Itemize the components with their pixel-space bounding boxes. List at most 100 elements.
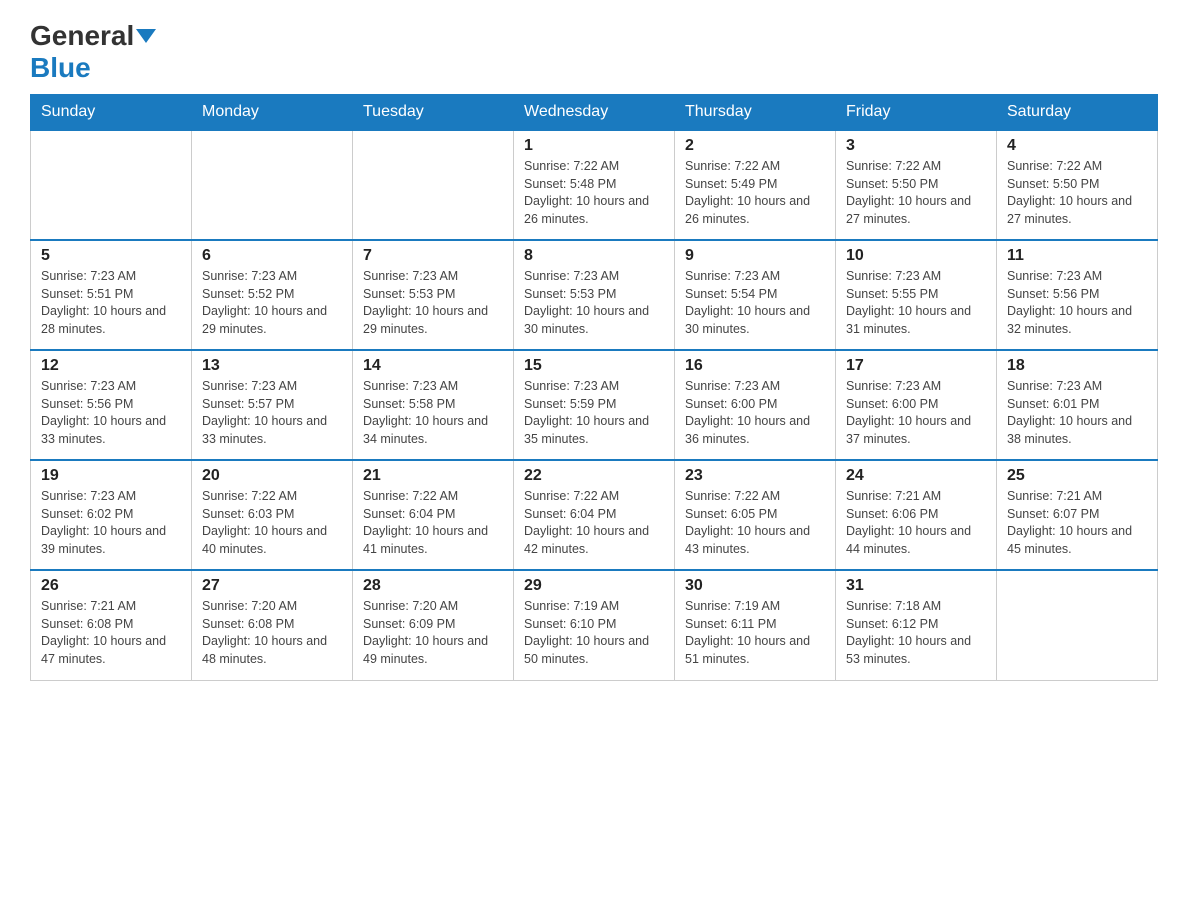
day-info: Sunrise: 7:23 AMSunset: 5:52 PMDaylight:… (202, 268, 342, 338)
calendar-cell: 11Sunrise: 7:23 AMSunset: 5:56 PMDayligh… (997, 240, 1158, 350)
calendar-cell: 22 Sunrise: 7:22 AMSunset: 6:04 PMDayligh… (514, 460, 675, 570)
calendar-cell: 26Sunrise: 7:21 AMSunset: 6:08 PMDayligh… (31, 570, 192, 680)
calendar-cell: 19 Sunrise: 7:23 AMSunset: 6:02 PMDayligh… (31, 460, 192, 570)
day-info: Sunrise: 7:23 AMSunset: 6:02 PMDaylight:… (41, 488, 181, 558)
calendar-cell: 5Sunrise: 7:23 AMSunset: 5:51 PMDaylight… (31, 240, 192, 350)
day-number: 1 (524, 137, 664, 155)
calendar-header: SundayMondayTuesdayWednesdayThursdayFrid… (31, 95, 1158, 131)
calendar-cell: 21Sunrise: 7:22 AMSunset: 6:04 PMDayligh… (353, 460, 514, 570)
calendar-cell: 23 Sunrise: 7:22 AMSunset: 6:05 PMDayligh… (675, 460, 836, 570)
day-number: 15 (524, 357, 664, 375)
day-info: Sunrise: 7:21 AMSunset: 6:07 PMDaylight:… (1007, 488, 1147, 558)
calendar-week-row: 26Sunrise: 7:21 AMSunset: 6:08 PMDayligh… (31, 570, 1158, 680)
page-header: General Blue (30, 20, 1158, 84)
calendar-cell: 16 Sunrise: 7:23 AMSunset: 6:00 PMDayligh… (675, 350, 836, 460)
day-info: Sunrise: 7:23 AMSunset: 6:01 PMDaylight:… (1007, 378, 1147, 448)
day-info: Sunrise: 7:23 AMSunset: 6:00 PMDaylight:… (685, 378, 825, 448)
day-info: Sunrise: 7:21 AMSunset: 6:06 PMDaylight:… (846, 488, 986, 558)
day-number: 4 (1007, 137, 1147, 155)
calendar-cell (31, 130, 192, 240)
day-number: 24 (846, 467, 986, 485)
day-number: 28 (363, 577, 503, 595)
day-number: 27 (202, 577, 342, 595)
day-info: Sunrise: 7:21 AMSunset: 6:08 PMDaylight:… (41, 598, 181, 668)
weekday-header-sunday: Sunday (31, 95, 192, 131)
calendar-week-row: 19 Sunrise: 7:23 AMSunset: 6:02 PMDayligh… (31, 460, 1158, 570)
weekday-header-thursday: Thursday (675, 95, 836, 131)
day-number: 17 (846, 357, 986, 375)
day-info: Sunrise: 7:22 AMSunset: 6:05 PMDaylight:… (685, 488, 825, 558)
calendar-week-row: 5Sunrise: 7:23 AMSunset: 5:51 PMDaylight… (31, 240, 1158, 350)
calendar-cell: 2Sunrise: 7:22 AMSunset: 5:49 PMDaylight… (675, 130, 836, 240)
weekday-header-row: SundayMondayTuesdayWednesdayThursdayFrid… (31, 95, 1158, 131)
logo: General Blue (30, 20, 158, 84)
day-info: Sunrise: 7:23 AMSunset: 5:55 PMDaylight:… (846, 268, 986, 338)
day-info: Sunrise: 7:23 AMSunset: 5:56 PMDaylight:… (41, 378, 181, 448)
day-info: Sunrise: 7:22 AMSunset: 6:03 PMDaylight:… (202, 488, 342, 558)
calendar-cell: 13 Sunrise: 7:23 AMSunset: 5:57 PMDayligh… (192, 350, 353, 460)
day-info: Sunrise: 7:23 AMSunset: 5:58 PMDaylight:… (363, 378, 503, 448)
calendar-table: SundayMondayTuesdayWednesdayThursdayFrid… (30, 94, 1158, 681)
day-info: Sunrise: 7:23 AMSunset: 5:54 PMDaylight:… (685, 268, 825, 338)
calendar-cell: 18 Sunrise: 7:23 AMSunset: 6:01 PMDayligh… (997, 350, 1158, 460)
calendar-cell: 7 Sunrise: 7:23 AMSunset: 5:53 PMDaylight… (353, 240, 514, 350)
calendar-cell: 1 Sunrise: 7:22 AMSunset: 5:48 PMDaylight… (514, 130, 675, 240)
day-info: Sunrise: 7:22 AMSunset: 5:48 PMDaylight:… (524, 158, 664, 228)
calendar-cell: 9Sunrise: 7:23 AMSunset: 5:54 PMDaylight… (675, 240, 836, 350)
day-info: Sunrise: 7:18 AMSunset: 6:12 PMDaylight:… (846, 598, 986, 668)
calendar-cell: 8 Sunrise: 7:23 AMSunset: 5:53 PMDaylight… (514, 240, 675, 350)
calendar-cell (997, 570, 1158, 680)
day-number: 19 (41, 467, 181, 485)
day-number: 14 (363, 357, 503, 375)
calendar-cell: 12Sunrise: 7:23 AMSunset: 5:56 PMDayligh… (31, 350, 192, 460)
logo-general-text: General (30, 20, 134, 52)
day-info: Sunrise: 7:19 AMSunset: 6:11 PMDaylight:… (685, 598, 825, 668)
day-number: 13 (202, 357, 342, 375)
day-number: 8 (524, 247, 664, 265)
calendar-cell (353, 130, 514, 240)
weekday-header-monday: Monday (192, 95, 353, 131)
day-number: 30 (685, 577, 825, 595)
day-number: 3 (846, 137, 986, 155)
day-number: 21 (363, 467, 503, 485)
day-info: Sunrise: 7:20 AMSunset: 6:09 PMDaylight:… (363, 598, 503, 668)
day-number: 16 (685, 357, 825, 375)
day-info: Sunrise: 7:19 AMSunset: 6:10 PMDaylight:… (524, 598, 664, 668)
calendar-cell: 3 Sunrise: 7:22 AMSunset: 5:50 PMDaylight… (836, 130, 997, 240)
day-number: 7 (363, 247, 503, 265)
day-info: Sunrise: 7:22 AMSunset: 5:50 PMDaylight:… (1007, 158, 1147, 228)
day-info: Sunrise: 7:22 AMSunset: 5:49 PMDaylight:… (685, 158, 825, 228)
day-number: 11 (1007, 247, 1147, 265)
calendar-cell (192, 130, 353, 240)
day-number: 23 (685, 467, 825, 485)
calendar-week-row: 1 Sunrise: 7:22 AMSunset: 5:48 PMDaylight… (31, 130, 1158, 240)
weekday-header-friday: Friday (836, 95, 997, 131)
day-number: 18 (1007, 357, 1147, 375)
day-info: Sunrise: 7:22 AMSunset: 5:50 PMDaylight:… (846, 158, 986, 228)
day-number: 20 (202, 467, 342, 485)
day-info: Sunrise: 7:23 AMSunset: 5:53 PMDaylight:… (524, 268, 664, 338)
calendar-cell: 4 Sunrise: 7:22 AMSunset: 5:50 PMDaylight… (997, 130, 1158, 240)
calendar-cell: 25 Sunrise: 7:21 AMSunset: 6:07 PMDayligh… (997, 460, 1158, 570)
day-number: 29 (524, 577, 664, 595)
calendar-cell: 14 Sunrise: 7:23 AMSunset: 5:58 PMDayligh… (353, 350, 514, 460)
day-number: 5 (41, 247, 181, 265)
day-info: Sunrise: 7:23 AMSunset: 5:53 PMDaylight:… (363, 268, 503, 338)
day-info: Sunrise: 7:20 AMSunset: 6:08 PMDaylight:… (202, 598, 342, 668)
calendar-cell: 17 Sunrise: 7:23 AMSunset: 6:00 PMDayligh… (836, 350, 997, 460)
day-number: 31 (846, 577, 986, 595)
calendar-cell: 31 Sunrise: 7:18 AMSunset: 6:12 PMDayligh… (836, 570, 997, 680)
calendar-week-row: 12Sunrise: 7:23 AMSunset: 5:56 PMDayligh… (31, 350, 1158, 460)
calendar-body: 1 Sunrise: 7:22 AMSunset: 5:48 PMDaylight… (31, 130, 1158, 680)
day-number: 22 (524, 467, 664, 485)
day-info: Sunrise: 7:22 AMSunset: 6:04 PMDaylight:… (524, 488, 664, 558)
calendar-cell: 29 Sunrise: 7:19 AMSunset: 6:10 PMDayligh… (514, 570, 675, 680)
day-info: Sunrise: 7:23 AMSunset: 6:00 PMDaylight:… (846, 378, 986, 448)
weekday-header-wednesday: Wednesday (514, 95, 675, 131)
calendar-cell: 24 Sunrise: 7:21 AMSunset: 6:06 PMDayligh… (836, 460, 997, 570)
calendar-cell: 15Sunrise: 7:23 AMSunset: 5:59 PMDayligh… (514, 350, 675, 460)
day-number: 25 (1007, 467, 1147, 485)
day-info: Sunrise: 7:23 AMSunset: 5:57 PMDaylight:… (202, 378, 342, 448)
calendar-cell: 6 Sunrise: 7:23 AMSunset: 5:52 PMDaylight… (192, 240, 353, 350)
day-number: 6 (202, 247, 342, 265)
